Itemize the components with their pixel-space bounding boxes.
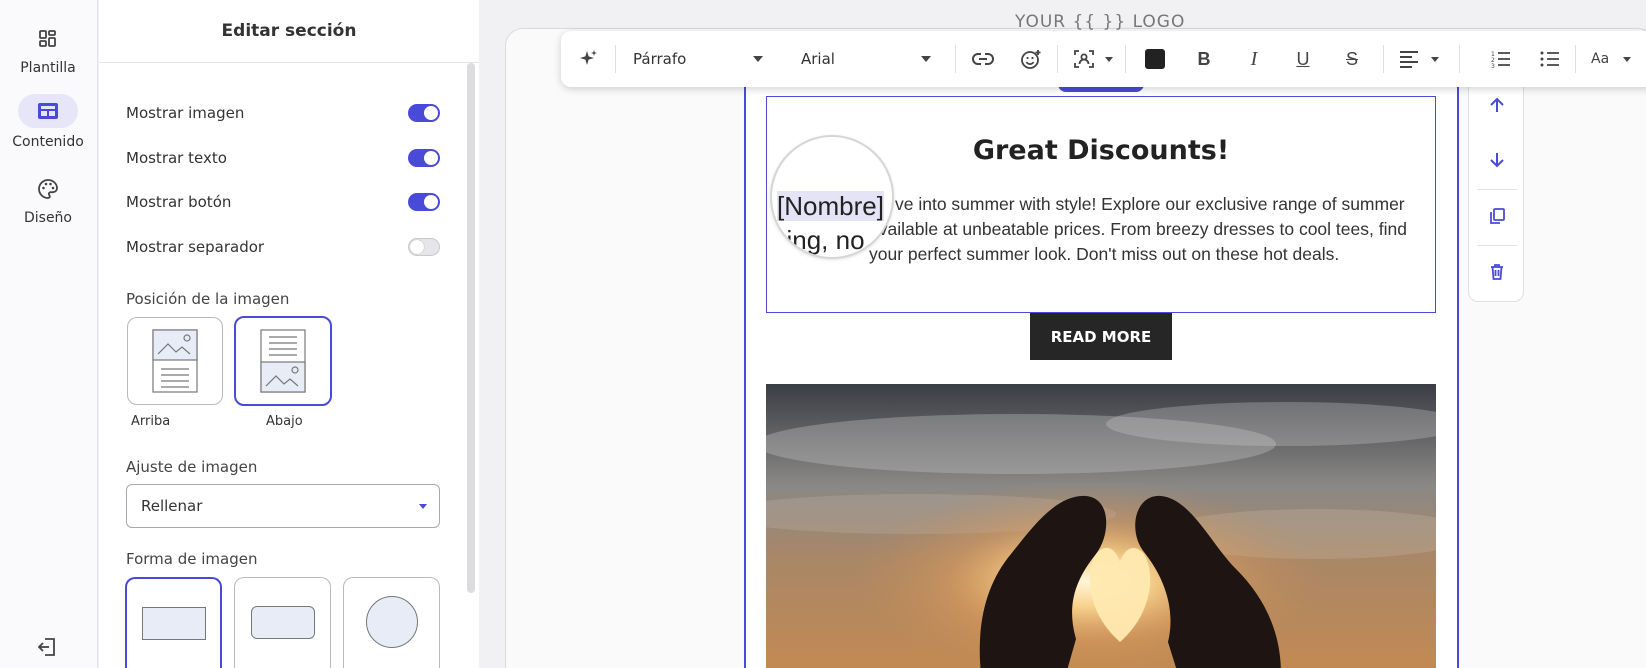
- text-size-dropdown[interactable]: Aa: [1591, 45, 1631, 73]
- text-size-label: Aa: [1591, 51, 1610, 67]
- grid-icon: [33, 24, 63, 54]
- rail-item-label: Plantilla: [20, 60, 76, 76]
- toggle-row-mostrar-texto: Mostrar texto: [126, 146, 440, 170]
- section-actions: [1468, 80, 1524, 302]
- image-fit-label: Ajuste de imagen: [126, 458, 258, 476]
- color-swatch-icon: [1145, 49, 1165, 69]
- toggle-mostrar-boton[interactable]: [408, 193, 440, 211]
- rectangle-shape-icon: [142, 607, 206, 640]
- magnifier-lens: [Nombre] hing, no: [770, 135, 894, 259]
- toggle-row-mostrar-imagen: Mostrar imagen: [126, 101, 440, 125]
- layout-icon: [18, 94, 78, 128]
- image-shape-rectangle[interactable]: [125, 577, 222, 668]
- heart-hands-sunset-image: [766, 384, 1436, 668]
- arrow-up-icon[interactable]: [1484, 92, 1510, 118]
- image-fit-value: Rellenar: [141, 497, 203, 515]
- font-family-value: Arial: [801, 50, 835, 68]
- chevron-down-icon: [1105, 56, 1113, 62]
- person-tag-icon: [1074, 50, 1094, 68]
- chevron-down-icon: [753, 56, 763, 62]
- image-shape-rounded[interactable]: [234, 577, 331, 668]
- toggle-mostrar-texto[interactable]: [408, 149, 440, 167]
- font-family-dropdown[interactable]: Arial: [801, 45, 931, 73]
- ordered-list-button[interactable]: 123: [1487, 45, 1515, 73]
- text-color-swatch[interactable]: [1141, 45, 1169, 73]
- image-position-arriba[interactable]: [127, 317, 223, 405]
- trash-icon[interactable]: [1484, 259, 1510, 285]
- duplicate-icon[interactable]: [1484, 203, 1510, 229]
- image-shape-circle[interactable]: [343, 577, 440, 668]
- rail-item-label: Diseño: [23, 210, 72, 226]
- image-position-caption: Abajo: [266, 414, 303, 429]
- name-merge-tag[interactable]: [Nombre]: [777, 191, 884, 221]
- underline-button[interactable]: U: [1289, 45, 1317, 73]
- paragraph-style-dropdown[interactable]: Párrafo: [633, 45, 763, 73]
- left-rail: Plantilla Contenido Diseño: [0, 0, 98, 668]
- bullet-list-icon: [1540, 51, 1559, 67]
- image-shape-label: Forma de imagen: [126, 550, 258, 568]
- toggle-label: Mostrar separador: [126, 238, 265, 256]
- bullet-list-button[interactable]: [1536, 45, 1564, 73]
- align-left-icon: [1400, 51, 1418, 68]
- panel-scrollbar[interactable]: [467, 63, 475, 593]
- chevron-down-icon: [419, 504, 427, 509]
- panel-title: Editar sección: [99, 0, 479, 63]
- logo-placeholder: YOUR {{ }} LOGO: [1015, 12, 1186, 32]
- bold-icon: B: [1197, 48, 1211, 69]
- rail-item-diseno[interactable]: Diseño: [0, 174, 96, 226]
- rail-item-contenido[interactable]: Contenido: [0, 94, 96, 150]
- emoji-icon[interactable]: [1017, 45, 1045, 73]
- link-icon[interactable]: [969, 45, 997, 73]
- toggle-row-mostrar-boton: Mostrar botón: [126, 190, 440, 214]
- underline-icon: U: [1296, 48, 1310, 69]
- image-bottom-layout-icon: [260, 329, 306, 393]
- read-more-button[interactable]: READ MORE: [1030, 313, 1172, 360]
- image-fit-select[interactable]: Rellenar: [126, 484, 440, 528]
- chevron-down-icon: [1431, 56, 1439, 62]
- toggle-mostrar-separador[interactable]: [408, 238, 440, 256]
- toggle-label: Mostrar botón: [126, 193, 232, 211]
- image-position-abajo[interactable]: [234, 316, 332, 406]
- logout-icon[interactable]: [36, 636, 60, 660]
- personalize-dropdown[interactable]: [1073, 45, 1113, 73]
- image-position-label: Posición de la imagen: [126, 290, 290, 308]
- toggle-label: Mostrar texto: [126, 149, 227, 167]
- rail-item-label: Contenido: [12, 134, 84, 150]
- circle-shape-icon: [366, 596, 418, 648]
- hero-image[interactable]: [766, 384, 1436, 668]
- bold-button[interactable]: B: [1190, 45, 1218, 73]
- svg-text:3: 3: [1491, 63, 1495, 68]
- body-line: your perfect summer look. Don't miss out…: [869, 244, 1340, 264]
- formatting-toolbar: Párrafo Arial B I U S 123 Aa: [561, 31, 1646, 87]
- toggle-mostrar-imagen[interactable]: [408, 104, 440, 122]
- alignment-dropdown[interactable]: [1399, 45, 1439, 73]
- image-position-caption: Arriba: [131, 414, 171, 429]
- ai-sparkle-icon[interactable]: [575, 45, 603, 73]
- rail-item-plantilla[interactable]: Plantilla: [0, 24, 96, 76]
- palette-icon: [33, 174, 63, 204]
- strikethrough-icon: S: [1345, 48, 1358, 69]
- chevron-down-icon: [1623, 56, 1631, 62]
- magnified-text: hing, no: [772, 225, 865, 255]
- chevron-down-icon: [921, 56, 931, 62]
- italic-button[interactable]: I: [1240, 45, 1268, 73]
- settings-panel: Editar sección Mostrar imagen Mostrar te…: [99, 0, 479, 668]
- ordered-list-icon: 123: [1491, 51, 1510, 68]
- arrow-down-icon[interactable]: [1484, 147, 1510, 173]
- toggle-row-mostrar-separador: Mostrar separador: [126, 235, 440, 259]
- toggle-label: Mostrar imagen: [126, 104, 245, 122]
- rounded-shape-icon: [251, 606, 315, 639]
- image-top-layout-icon: [152, 329, 198, 393]
- italic-icon: I: [1250, 47, 1258, 70]
- strikethrough-button[interactable]: S: [1338, 45, 1366, 73]
- paragraph-style-value: Párrafo: [633, 50, 687, 68]
